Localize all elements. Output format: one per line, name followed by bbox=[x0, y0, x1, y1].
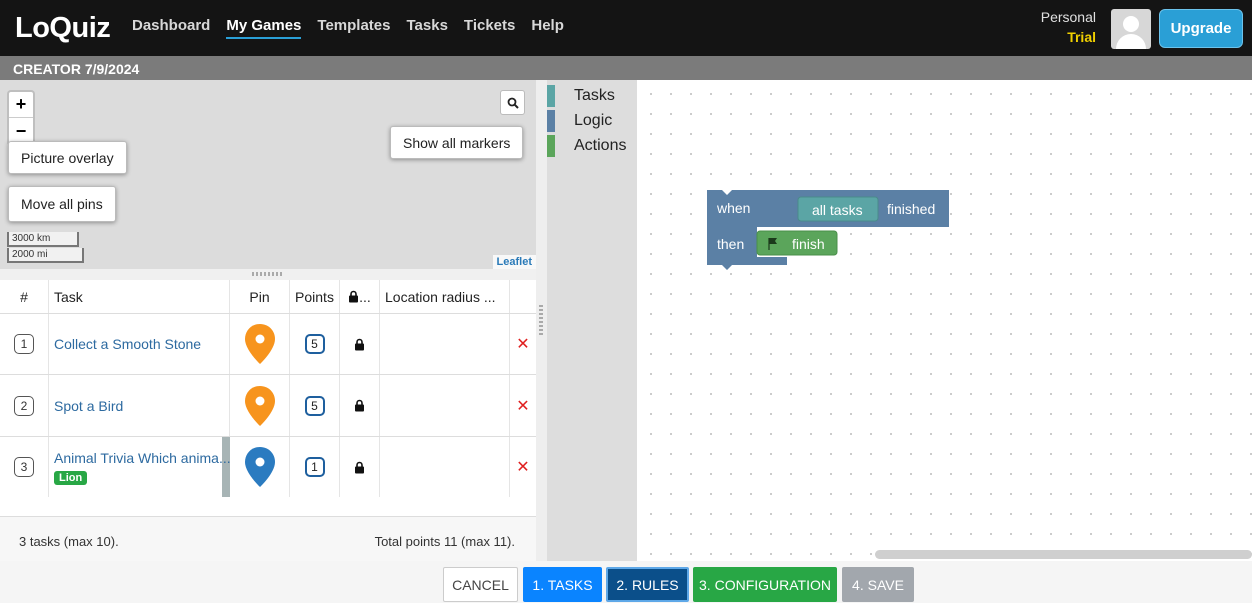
upgrade-button[interactable]: Upgrade bbox=[1159, 9, 1243, 48]
scale-mi: 2000 mi bbox=[7, 248, 84, 263]
wizard-steps-bar: CANCEL 1. TASKS 2. RULES 3. CONFIGURATIO… bbox=[0, 561, 1252, 603]
delete-task-icon[interactable]: ✕ bbox=[516, 457, 529, 477]
step-tasks-button[interactable]: 1. TASKS bbox=[523, 567, 602, 602]
delete-task-icon[interactable]: ✕ bbox=[516, 334, 529, 354]
map-pin-icon[interactable] bbox=[243, 445, 277, 489]
step-save-button[interactable]: 4. SAVE bbox=[842, 567, 914, 602]
task-count-text: 3 tasks (max 10). bbox=[19, 534, 119, 549]
col-lock-header: ... bbox=[340, 280, 380, 313]
search-icon bbox=[507, 97, 519, 109]
col-task-header[interactable]: Task bbox=[49, 280, 230, 313]
table-row[interactable]: 1 Collect a Smooth Stone 5 ✕ bbox=[0, 314, 536, 375]
leaflet-attribution[interactable]: Leaflet bbox=[492, 255, 536, 269]
col-points-header[interactable]: Points bbox=[290, 280, 340, 313]
map-pin-icon[interactable] bbox=[243, 384, 277, 428]
location-radius-cell[interactable] bbox=[380, 375, 510, 436]
blockly-toolbox: Tasks Logic Actions bbox=[547, 80, 637, 561]
move-all-pins-button[interactable]: Move all pins bbox=[8, 186, 116, 222]
loquiz-logo[interactable]: LoQuiz bbox=[15, 12, 111, 45]
nav-my-games[interactable]: My Games bbox=[226, 17, 302, 39]
table-header-row: # Task Pin Points ... Location radius ..… bbox=[0, 280, 536, 314]
step-rules-button[interactable]: 2. RULES bbox=[606, 567, 689, 602]
creator-header: CREATOR 7/9/2024 bbox=[0, 56, 1252, 80]
finish-label: finish bbox=[792, 236, 825, 252]
points-badge[interactable]: 5 bbox=[304, 395, 325, 416]
task-tag-badge: Lion bbox=[54, 470, 88, 485]
plan-info: Personal Trial bbox=[1041, 9, 1096, 45]
then-label: then bbox=[717, 236, 744, 252]
map-search-button[interactable] bbox=[500, 90, 525, 115]
col-lock-header-label: ... bbox=[359, 288, 371, 305]
zoom-control: + − bbox=[7, 90, 35, 146]
zoom-in-button[interactable]: + bbox=[9, 92, 33, 118]
lock-icon bbox=[349, 290, 359, 303]
toolbox-category-tasks[interactable]: Tasks bbox=[547, 85, 615, 107]
map-panel[interactable]: + − Picture overlay Move all pins Show a… bbox=[0, 80, 536, 269]
lock-icon[interactable] bbox=[354, 399, 365, 412]
workspace-scrollbar[interactable] bbox=[875, 550, 1252, 559]
nav-help[interactable]: Help bbox=[531, 17, 564, 39]
plan-label: Personal bbox=[1040, 9, 1096, 25]
points-badge[interactable]: 1 bbox=[304, 457, 325, 477]
points-badge[interactable]: 5 bbox=[304, 334, 325, 354]
delete-task-icon[interactable]: ✕ bbox=[516, 396, 529, 416]
plan-tier: Trial bbox=[1067, 29, 1096, 45]
map-pin-icon[interactable] bbox=[243, 322, 277, 366]
nav-tasks[interactable]: Tasks bbox=[407, 17, 448, 39]
when-label: when bbox=[716, 200, 750, 216]
table-row[interactable]: 3 Animal Trivia Which anima... Lion 1 ✕ bbox=[0, 437, 536, 497]
scale-km: 3000 km bbox=[7, 232, 79, 247]
toolbox-category-logic[interactable]: Logic bbox=[547, 110, 612, 132]
show-all-markers-button[interactable]: Show all markers bbox=[390, 126, 524, 159]
location-radius-cell[interactable] bbox=[380, 437, 510, 497]
panel-resize-handle[interactable] bbox=[536, 80, 547, 561]
finished-label: finished bbox=[887, 201, 935, 217]
col-pin-header: Pin bbox=[230, 280, 290, 313]
col-num-header: # bbox=[0, 280, 49, 313]
task-number-badge: 2 bbox=[14, 395, 34, 416]
nav-tickets[interactable]: Tickets bbox=[464, 17, 515, 39]
toolbox-category-actions[interactable]: Actions bbox=[547, 135, 626, 157]
creator-title: CREATOR 7/9/2024 bbox=[13, 61, 140, 77]
task-link[interactable]: Collect a Smooth Stone bbox=[54, 336, 201, 352]
main-nav: Dashboard My Games Templates Tasks Ticke… bbox=[132, 17, 564, 39]
top-navbar: LoQuiz Dashboard My Games Templates Task… bbox=[0, 0, 1252, 56]
task-link[interactable]: Spot a Bird bbox=[54, 398, 123, 414]
nav-templates[interactable]: Templates bbox=[317, 17, 390, 39]
step-configuration-button[interactable]: 3. CONFIGURATION bbox=[693, 567, 837, 602]
table-footer: 3 tasks (max 10). Total points 11 (max 1… bbox=[0, 516, 536, 561]
task-number-badge: 1 bbox=[14, 334, 34, 354]
map-resize-handle[interactable] bbox=[0, 269, 536, 280]
table-row[interactable]: 2 Spot a Bird 5 ✕ bbox=[0, 375, 536, 437]
lock-icon[interactable] bbox=[354, 338, 365, 351]
location-radius-cell[interactable] bbox=[380, 314, 510, 374]
col-radius-header[interactable]: Location radius ... bbox=[380, 280, 510, 313]
total-points-text: Total points 11 (max 11). bbox=[374, 534, 515, 549]
all-tasks-label: all tasks bbox=[812, 202, 863, 218]
task-number-badge: 3 bbox=[14, 457, 34, 477]
blockly-workspace[interactable]: when all tasks finished then finish bbox=[637, 80, 1252, 561]
picture-overlay-button[interactable]: Picture overlay bbox=[8, 141, 127, 174]
nav-dashboard[interactable]: Dashboard bbox=[132, 17, 210, 39]
rule-block[interactable]: when all tasks finished then finish bbox=[702, 185, 1022, 275]
user-avatar-icon[interactable] bbox=[1111, 9, 1151, 49]
task-link[interactable]: Animal Trivia Which anima... bbox=[54, 450, 231, 466]
lock-icon[interactable] bbox=[354, 461, 365, 474]
cancel-button[interactable]: CANCEL bbox=[443, 567, 518, 602]
